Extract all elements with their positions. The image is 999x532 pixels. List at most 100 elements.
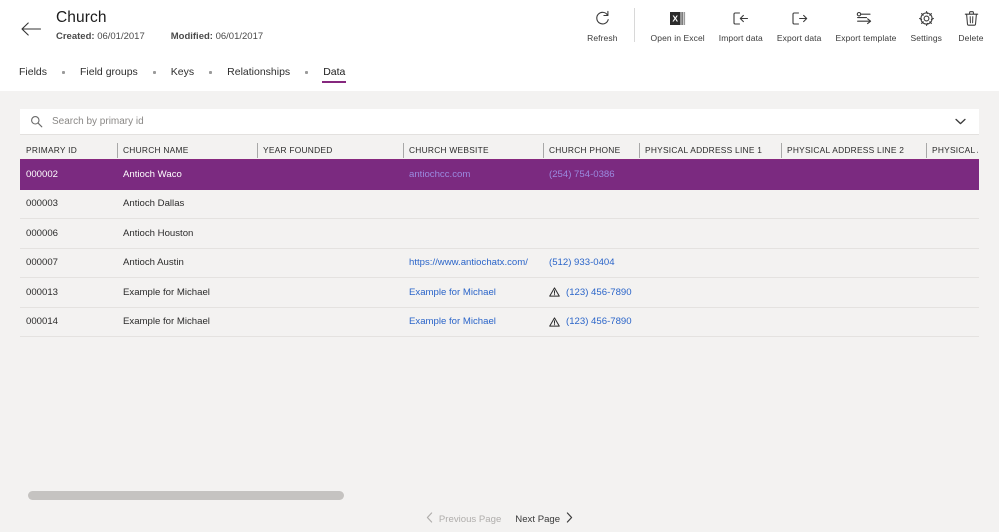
gear-icon <box>918 8 935 29</box>
table-row[interactable]: 000007 Antioch Austin https://www.antiocha… <box>20 249 979 278</box>
import-data-label: Import data <box>718 33 763 43</box>
church-phone-link[interactable]: (123) 456-7890 <box>566 316 632 327</box>
column-header-primary-id[interactable]: PRIMARY ID <box>20 141 117 160</box>
tab-fields-label: Fields <box>19 65 48 78</box>
tab-separator-dot <box>62 70 66 74</box>
export-data-button[interactable]: Export data <box>770 6 829 50</box>
primary-id-text: 000007 <box>26 257 59 269</box>
search-icon <box>30 115 46 128</box>
cell-church-website: antiochcc.com <box>403 169 543 180</box>
previous-page-button[interactable]: Previous Page <box>419 509 508 529</box>
cell-church-name: Antioch Dallas <box>117 198 257 209</box>
column-header-year-founded[interactable]: YEAR FOUNDED <box>257 141 403 160</box>
delete-button[interactable]: Delete <box>949 6 993 50</box>
chevron-right-icon <box>566 512 573 526</box>
cell-church-website: Example for Michael <box>403 316 543 327</box>
cell-church-website: Example for Michael <box>403 287 543 298</box>
import-icon <box>731 8 750 29</box>
modified-value: 06/01/2017 <box>215 31 264 42</box>
cell-church-name: Antioch Houston <box>117 228 257 239</box>
search-input[interactable] <box>46 116 951 127</box>
church-phone-link[interactable]: (254) 754-0386 <box>549 169 615 180</box>
tab-keys[interactable]: Keys <box>167 62 198 83</box>
cell-primary-id: 000003 <box>20 198 117 209</box>
tab-relationships[interactable]: Relationships <box>223 62 294 83</box>
arrow-left-icon[interactable] <box>8 6 54 52</box>
horizontal-scrollbar[interactable] <box>20 488 979 502</box>
tab-separator-dot <box>305 70 309 74</box>
export-data-label: Export data <box>776 33 822 43</box>
next-page-button[interactable]: Next Page <box>508 509 580 529</box>
delete-label: Delete <box>958 33 984 43</box>
church-name-text: Antioch Houston <box>123 227 194 239</box>
open-in-excel-button[interactable]: X Open in Excel <box>644 6 712 50</box>
cell-primary-id: 000002 <box>20 169 117 180</box>
tab-separator-dot <box>152 70 156 74</box>
column-header-church-website[interactable]: CHURCH WEBSITE <box>403 141 543 160</box>
warning-triangle-icon <box>549 317 560 327</box>
church-name-text: Antioch Dallas <box>123 198 185 210</box>
page-header: Church Created: 06/01/2017 Modified: 06/… <box>0 0 999 57</box>
tab-field-groups[interactable]: Field groups <box>76 62 142 83</box>
tab-field-groups-label: Field groups <box>80 65 138 78</box>
cell-church-name: Antioch Austin <box>117 257 257 268</box>
chevron-down-icon[interactable] <box>951 118 969 125</box>
column-header-physical-address-line-1[interactable]: PHYSICAL ADDRESS LINE 1 <box>639 141 781 160</box>
church-name-text: Antioch Austin <box>123 257 184 269</box>
tab-data[interactable]: Data <box>319 62 349 83</box>
title-block: Church Created: 06/01/2017 Modified: 06/… <box>56 8 263 42</box>
excel-icon: X <box>669 8 687 29</box>
column-header-physical-a[interactable]: PHYSICAL A <box>926 141 978 160</box>
import-data-button[interactable]: Import data <box>712 6 770 50</box>
church-phone-link[interactable]: (512) 933-0404 <box>549 257 615 268</box>
page-title: Church <box>56 9 107 26</box>
content-area: PRIMARY IDCHURCH NAMEYEAR FOUNDEDCHURCH … <box>0 91 999 532</box>
settings-button[interactable]: Settings <box>903 6 949 50</box>
scrollbar-track[interactable] <box>20 490 979 500</box>
cell-church-name: Example for Michael <box>117 316 257 327</box>
refresh-button[interactable]: Refresh <box>580 6 624 50</box>
tab-relationships-label: Relationships <box>227 65 291 78</box>
open-in-excel-label: Open in Excel <box>650 33 705 43</box>
tab-fields[interactable]: Fields <box>15 62 51 83</box>
created-label: Created: <box>56 31 95 42</box>
church-name-text: Example for Michael <box>123 286 210 298</box>
church-phone-link[interactable]: (123) 456-7890 <box>566 287 632 298</box>
grid-body: 000002 Antioch Waco antiochcc.com (254) 754… <box>20 160 979 337</box>
table-row[interactable]: 000002 Antioch Waco antiochcc.com (254) 754… <box>20 160 979 190</box>
data-grid-wrapper: PRIMARY ID CHURCH NAME YEAR FOUNDED CHURCH … <box>20 141 979 337</box>
cell-church-phone: (123) 456-7890 <box>543 316 639 327</box>
church-website-link[interactable]: Example for Michael <box>409 287 496 298</box>
export-icon <box>790 8 809 29</box>
modified-label: Modified: <box>170 31 213 42</box>
created-value: 06/01/2017 <box>97 31 145 42</box>
cell-church-name: Example for Michael <box>117 287 257 298</box>
table-row[interactable]: 000013 Example for Michael Example for Mic… <box>20 278 979 308</box>
svg-text:X: X <box>672 13 678 23</box>
meta-row: Created: 06/01/2017 Modified: 06/01/2017 <box>56 31 263 42</box>
warning-triangle-icon <box>549 287 560 297</box>
church-website-link[interactable]: Example for Michael <box>409 316 496 327</box>
primary-id-text: 000013 <box>26 286 59 298</box>
table-row[interactable]: 000003 Antioch Dallas <box>20 190 979 219</box>
export-template-button[interactable]: Export template <box>828 6 903 50</box>
tab-data-label: Data <box>323 65 346 78</box>
table-row[interactable]: 000014 Example for Michael Example for Mic… <box>20 308 979 337</box>
church-name-text: Example for Michael <box>123 316 210 328</box>
pagination-bar: Previous Page Next Page <box>0 506 999 532</box>
column-header-church-name[interactable]: CHURCH NAME <box>117 141 257 160</box>
church-website-link[interactable]: antiochcc.com <box>409 169 470 180</box>
toolbar-divider <box>633 8 635 42</box>
church-website-link[interactable]: https://www.antiochatx.com/ <box>409 257 528 268</box>
table-row[interactable]: 000006 Antioch Houston <box>20 219 979 249</box>
created-meta: Created: 06/01/2017 <box>56 31 145 42</box>
next-page-label: Next Page <box>515 513 561 525</box>
scrollbar-thumb[interactable] <box>28 490 344 500</box>
cell-church-phone: (123) 456-7890 <box>543 287 639 298</box>
tab-keys-label: Keys <box>170 65 195 78</box>
column-header-church-phone[interactable]: CHURCH PHONE <box>543 141 639 160</box>
column-header-physical-address-line-2[interactable]: PHYSICAL ADDRESS LINE 2 <box>781 141 926 160</box>
cell-church-website: https://www.antiochatx.com/ <box>403 257 543 268</box>
data-grid: PRIMARY ID CHURCH NAME YEAR FOUNDED CHURCH … <box>20 141 979 337</box>
grid-header-row: PRIMARY ID CHURCH NAME YEAR FOUNDED CHURCH … <box>20 141 979 160</box>
